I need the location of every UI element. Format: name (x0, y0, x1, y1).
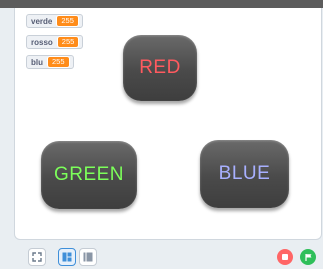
stage-controls-bar (0, 244, 323, 269)
green-button-sprite[interactable]: GREEN (41, 141, 137, 209)
small-stage-icon (62, 252, 72, 262)
large-stage-icon (83, 252, 93, 262)
green-button-label: GREEN (53, 164, 125, 185)
large-stage-button[interactable] (79, 248, 97, 266)
monitor-value: 255 (56, 15, 79, 27)
monitor-verde[interactable]: verde 255 (26, 14, 83, 28)
monitor-rosso[interactable]: rosso 255 (26, 35, 84, 49)
blue-button-sprite[interactable]: BLUE (200, 140, 289, 208)
stop-icon (282, 254, 288, 260)
fullscreen-button[interactable] (28, 248, 46, 266)
monitor-label: blu (31, 57, 43, 67)
red-button-label: RED (139, 57, 181, 78)
green-flag-icon (304, 253, 311, 261)
blue-button-label: BLUE (218, 163, 271, 184)
small-stage-button[interactable] (58, 248, 76, 266)
monitor-label: verde (31, 16, 53, 26)
monitor-value: 255 (47, 56, 70, 68)
monitor-label: rosso (31, 37, 53, 47)
fullscreen-icon (32, 252, 42, 262)
monitor-value: 255 (56, 36, 80, 48)
stop-button[interactable] (277, 249, 293, 265)
stage-canvas[interactable]: verde 255 rosso 255 blu 255 RED GREEN BL… (14, 8, 322, 240)
monitor-blu[interactable]: blu 255 (26, 55, 74, 69)
top-edge (0, 0, 323, 8)
green-flag-button[interactable] (300, 249, 316, 265)
red-button-sprite[interactable]: RED (123, 35, 197, 101)
